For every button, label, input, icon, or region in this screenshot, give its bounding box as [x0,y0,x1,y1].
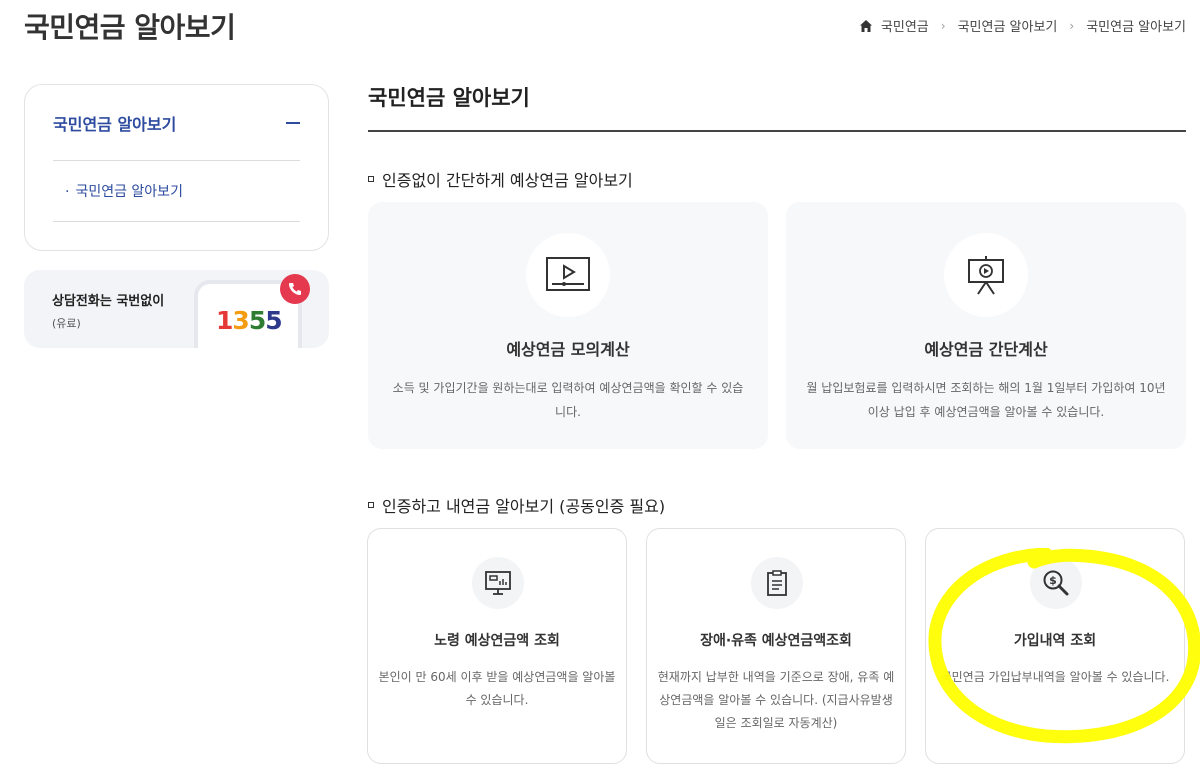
simulation-card[interactable]: 예상연금 모의계산 소득 및 가입기간을 원하는대로 입력하여 예상연금액을 확… [368,202,768,449]
video-play-icon [526,233,610,317]
square-bullet-icon [368,176,374,182]
breadcrumb-item-1[interactable]: 국민연금 [881,16,929,35]
breadcrumb-item-3[interactable]: 국민연금 알아보기 [1086,16,1186,35]
divider [53,221,300,222]
collapse-icon[interactable] [286,122,300,124]
breadcrumb: 국민연금 › 국민연금 알아보기 › 국민연금 알아보기 [859,16,1186,35]
card-title: 예상연금 간단계산 [924,340,1048,359]
chevron-right-icon: › [1069,18,1075,33]
presentation-icon [944,233,1028,317]
section-title: 국민연금 알아보기 [368,86,530,110]
monitor-chart-icon [472,557,524,609]
card-title: 노령 예상연금액 조회 [434,633,560,649]
card-description: 국민연금 가입납부내역을 알아볼 수 있습니다. [940,670,1170,684]
sub-heading-auth: 인증하고 내연금 알아보기 (공동인증 필요) [368,493,665,517]
square-bullet-icon [368,502,374,508]
home-icon[interactable] [859,19,873,33]
card-title: 장애·유족 예상연금액조회 [700,633,852,649]
card-description: 월 납입보험료를 입력하시면 조회하는 해의 1월 1일부터 가입하여 10년 … [806,381,1166,419]
clipboard-icon [751,557,803,609]
side-menu-header[interactable]: 국민연금 알아보기 [53,111,300,161]
breadcrumb-item-2[interactable]: 국민연금 알아보기 [958,16,1058,35]
phone-call-icon [280,274,310,304]
page-title: 국민연금 알아보기 [24,11,236,44]
simple-calc-card[interactable]: 예상연금 간단계산 월 납입보험료를 입력하시면 조회하는 해의 1월 1일부터… [786,202,1186,449]
card-title: 예상연금 모의계산 [506,340,630,359]
card-description: 본인이 만 60세 이후 받을 예상연금액을 알아볼 수 있습니다. [378,670,616,707]
call-paid-note: (유료) [52,317,81,330]
bullet-icon: · [65,184,70,200]
card-title: 가입내역 조회 [1013,633,1097,649]
chevron-right-icon: › [940,18,946,33]
money-search-icon: $ [1030,557,1082,609]
disability-survivor-card[interactable]: 장애·유족 예상연금액조회 현재까지 납부한 내역을 기준으로 장애, 유족 예… [646,528,906,764]
svg-text:$: $ [1049,574,1057,587]
subscription-history-card[interactable]: $ 가입내역 조회 국민연금 가입납부내역을 알아볼 수 있습니다. [925,528,1185,764]
side-menu: 국민연금 알아보기 · 국민연금 알아보기 [24,84,329,251]
side-menu-title: 국민연금 알아보기 [53,115,177,134]
call-number: 1355 [216,306,283,335]
divider [368,130,1186,132]
sub-heading-no-auth: 인증없이 간단하게 예상연금 알아보기 [368,167,633,191]
side-menu-sub-label: 국민연금 알아보기 [75,184,183,200]
old-age-pension-card[interactable]: 노령 예상연금액 조회 본인이 만 60세 이후 받을 예상연금액을 알아볼 수… [367,528,627,764]
side-menu-sub-item[interactable]: · 국민연금 알아보기 [65,181,183,201]
call-label: 상담전화는 국번없이 [52,294,165,309]
card-description: 현재까지 납부한 내역을 기준으로 장애, 유족 예상연금액을 알아볼 수 있습… [657,670,895,730]
sub-heading-label: 인증하고 내연금 알아보기 (공동인증 필요) [382,497,666,516]
sub-heading-label: 인증없이 간단하게 예상연금 알아보기 [382,171,633,190]
call-center-banner: 상담전화는 국번없이 (유료) 1355 [24,270,329,348]
card-description: 소득 및 가입기간을 원하는대로 입력하여 예상연금액을 확인할 수 있습니다. [392,381,744,419]
